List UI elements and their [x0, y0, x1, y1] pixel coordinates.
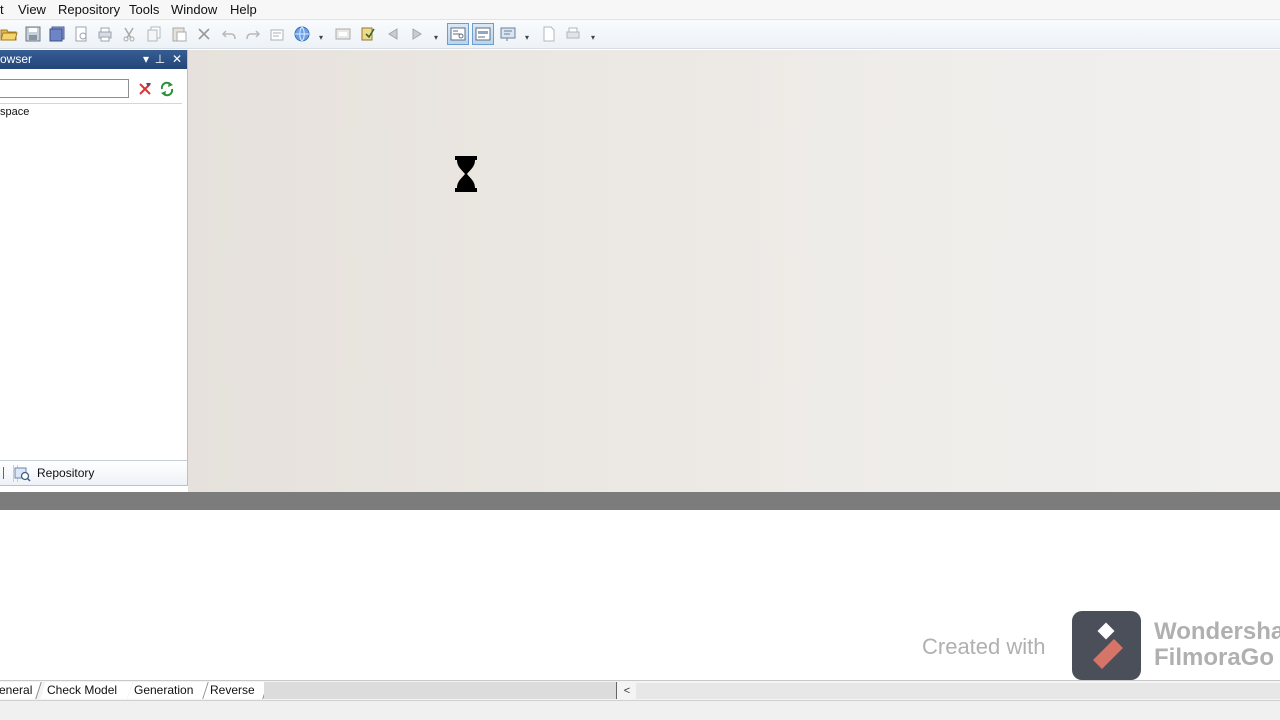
- watermark-brand: Wondersha FilmoraGo: [1154, 619, 1280, 671]
- panel-menu-icon[interactable]: ▾: [140, 52, 152, 66]
- save-all-icon[interactable]: [48, 25, 66, 43]
- tab-generation-label: Generation: [134, 683, 194, 697]
- toolbar-overflow-icon[interactable]: ▾: [317, 34, 325, 42]
- tabs-empty-area: [264, 682, 617, 699]
- menu-item-tools[interactable]: Tools: [129, 2, 159, 18]
- tree-item-workspace[interactable]: space: [0, 105, 29, 119]
- globe-icon[interactable]: [293, 25, 311, 43]
- paste-icon[interactable]: [170, 25, 188, 43]
- application-window: t View Repository Tools Window Help ▾ ▾ …: [0, 0, 1280, 720]
- hidden-tab-stub[interactable]: [0, 467, 4, 479]
- tab-general[interactable]: eneral: [0, 682, 42, 699]
- forward-icon[interactable]: [408, 25, 426, 43]
- refresh-icon[interactable]: [159, 81, 175, 97]
- browser-titlebar: owser ▾ ⊥ ✕: [0, 50, 187, 69]
- output-pane: Created with Wondersha FilmoraGo: [0, 510, 1280, 680]
- toolbar-overflow-icon[interactable]: ▾: [523, 34, 531, 42]
- cut-icon[interactable]: [120, 25, 138, 43]
- watermark-brand-line2: FilmoraGo: [1154, 644, 1275, 671]
- close-icon[interactable]: ✕: [171, 52, 183, 66]
- undo-icon[interactable]: [220, 25, 238, 43]
- hourglass-icon: [455, 156, 477, 192]
- browser-title: owser: [0, 52, 33, 66]
- output-tabs: eneral Check Model Generation Reverse <: [0, 680, 1280, 700]
- tab-reverse[interactable]: Reverse: [203, 682, 269, 699]
- redo-icon[interactable]: [244, 25, 262, 43]
- browser-separator: [0, 103, 182, 104]
- print-preview-icon[interactable]: [72, 25, 90, 43]
- horizontal-scrollbar[interactable]: [636, 683, 1280, 699]
- menu-bar: t View Repository Tools Window Help: [0, 0, 1280, 20]
- result-list-icon[interactable]: [499, 25, 517, 43]
- menu-item-view[interactable]: View: [18, 2, 46, 18]
- copy-icon[interactable]: [145, 25, 163, 43]
- tab-repository[interactable]: Repository: [13, 465, 94, 482]
- properties-icon[interactable]: [268, 25, 286, 43]
- watermark-created-with: Created with: [922, 634, 1046, 659]
- back-icon[interactable]: [384, 25, 402, 43]
- repository-browse-icon[interactable]: [334, 25, 352, 43]
- tab-check-model[interactable]: Check Model: [40, 682, 134, 699]
- toolbar-overflow-icon[interactable]: ▾: [589, 34, 597, 42]
- menu-item-edit-truncated[interactable]: t: [0, 2, 4, 18]
- clear-filter-icon[interactable]: [137, 81, 153, 97]
- horizontal-splitter[interactable]: [0, 492, 1280, 510]
- output-toggle-icon[interactable]: [472, 23, 494, 45]
- menu-item-repository[interactable]: Repository: [58, 2, 120, 18]
- toolbar-overflow-icon[interactable]: ▾: [432, 34, 440, 42]
- tab-check-model-label: Check Model: [47, 683, 118, 697]
- diagram-workspace[interactable]: [188, 50, 1280, 492]
- check-in-icon[interactable]: [359, 25, 377, 43]
- browser-toggle-icon[interactable]: [447, 23, 469, 45]
- browser-bottom-tabs: Repository: [0, 460, 187, 485]
- scroll-left-icon[interactable]: <: [620, 683, 634, 699]
- watermark-brand-line1: Wondersha: [1154, 619, 1280, 645]
- object-browser-panel: owser ▾ ⊥ ✕ space Repository: [0, 50, 188, 486]
- menu-item-help[interactable]: Help: [230, 2, 257, 18]
- filmorago-logo-icon: [1072, 611, 1141, 680]
- document-icon[interactable]: [540, 25, 558, 43]
- pin-icon[interactable]: ⊥: [154, 52, 166, 66]
- repository-icon: [14, 467, 31, 482]
- browser-search-input[interactable]: [0, 79, 129, 98]
- print-icon[interactable]: [96, 25, 114, 43]
- status-bar: [0, 700, 1280, 720]
- tab-reverse-label: Reverse: [210, 683, 255, 697]
- delete-icon[interactable]: [195, 25, 213, 43]
- save-icon[interactable]: [24, 25, 42, 43]
- tab-generation[interactable]: Generation: [127, 682, 209, 699]
- tab-repository-label: Repository: [37, 466, 95, 480]
- printer-icon[interactable]: [564, 25, 582, 43]
- toolbar: ▾ ▾ ▾ ▾: [0, 20, 1280, 49]
- tab-general-label: eneral: [0, 683, 33, 697]
- open-folder-icon[interactable]: [0, 25, 18, 43]
- menu-item-window[interactable]: Window: [171, 2, 217, 18]
